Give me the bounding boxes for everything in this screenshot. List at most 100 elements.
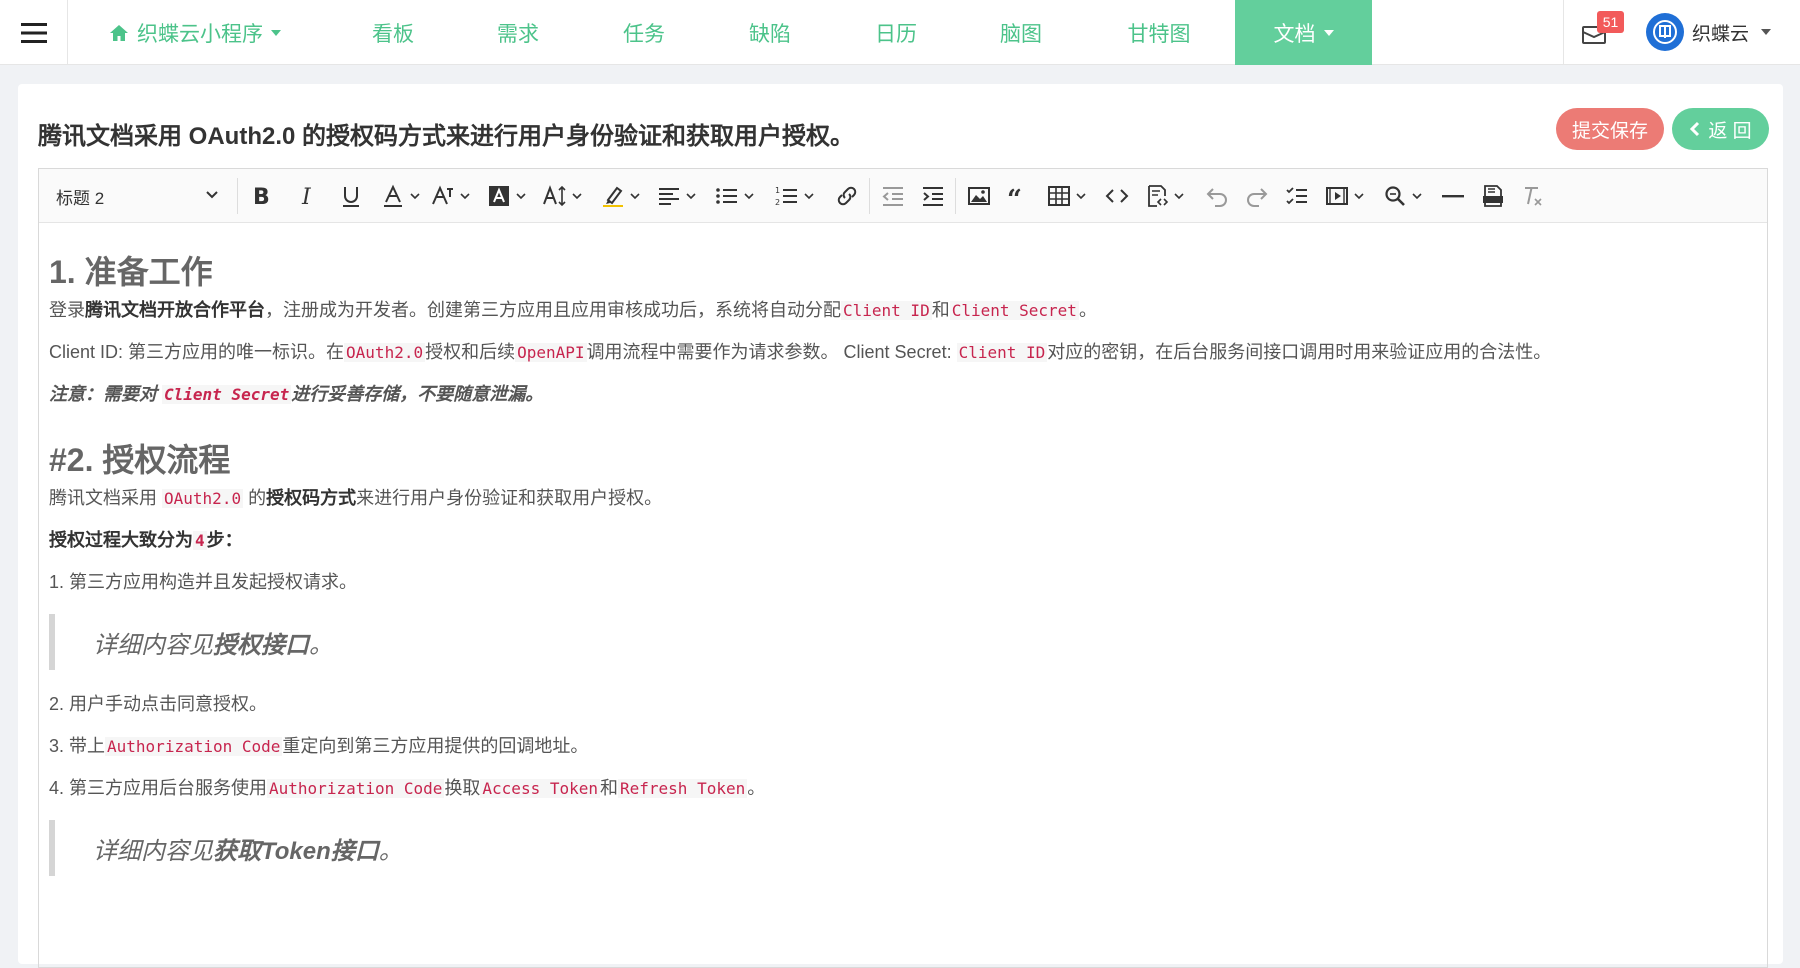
text-span: 腾讯文档采用 — [49, 488, 163, 508]
blockquote-button[interactable]: “ — [1007, 182, 1031, 210]
font-color-icon — [384, 184, 402, 207]
chevron-down-icon — [1761, 29, 1772, 35]
code-block-button[interactable] — [1145, 182, 1184, 210]
paragraph-client-id: Client ID: 第三方应用的唯一标识。在 OAuth2.0 授权和后续 Open… — [49, 339, 1551, 366]
nav-item-mindmap[interactable]: 脑图 — [968, 0, 1074, 65]
undo-button[interactable] — [1205, 182, 1229, 210]
indent-button[interactable] — [921, 182, 945, 210]
nav-item-tasks[interactable]: 任务 — [591, 0, 697, 65]
page-title: 腾讯文档采用 OAuth2.0 的授权码方式来进行用户身份验证和获取用户授权。 — [38, 123, 855, 150]
bullet-list-button[interactable] — [715, 182, 754, 210]
text-span: 的 — [243, 488, 267, 508]
chevron-down-icon — [516, 192, 526, 199]
inline-code: Authorization Code — [105, 737, 283, 756]
text-span: 和 — [931, 300, 950, 320]
heading-select[interactable]: 标题 2 — [39, 177, 232, 215]
outdent-button[interactable] — [881, 182, 905, 210]
chevron-down-icon — [572, 192, 582, 199]
chevron-left-icon — [1690, 121, 1700, 137]
text-span: ，注册成为开发者。创建第三方应用且应用审核成功后，系统将自动分配 — [265, 300, 841, 320]
code-button[interactable] — [1105, 182, 1129, 210]
auth-api-link-text: 授权接口 — [213, 631, 309, 659]
text-span: 来进行用户身份验证和获取用户授权。 — [356, 488, 663, 508]
chevron-down-icon — [1174, 192, 1184, 199]
outdent-icon — [882, 187, 903, 206]
align-button[interactable] — [657, 182, 696, 210]
nav-item-requirements[interactable]: 需求 — [465, 0, 571, 65]
nav-item-gantt[interactable]: 甘特图 — [1094, 0, 1224, 65]
inline-code: Client Secret — [162, 385, 292, 404]
save-button[interactable]: 提交保存 — [1556, 108, 1664, 150]
nav-item-docs[interactable]: 文档 — [1235, 0, 1372, 65]
chevron-down-icon — [630, 192, 640, 199]
user-menu[interactable]: 织蝶云 — [1646, 12, 1772, 52]
bold-button[interactable]: B — [249, 182, 273, 210]
rich-text-editor: 标题 2 B I 1 2 “ 1. 准备工作 登录腾讯文档开放合作平台，注册成为… — [38, 168, 1768, 968]
text-span: 调用流程中需要作为请求参数。 Client Secret: — [586, 342, 957, 362]
paragraph-note: 注意：需要对 Client Secret 进行妥善存储，不要随意泄漏。 — [49, 381, 543, 408]
html-source-button[interactable] — [1481, 182, 1505, 210]
italic-button[interactable]: I — [295, 182, 319, 210]
step-2: 2. 用户手动点击同意授权。 — [49, 694, 268, 714]
chevron-down-icon — [1323, 29, 1334, 36]
align-left-icon — [659, 188, 679, 205]
highlight-button[interactable] — [601, 182, 640, 210]
text-span: 步： — [206, 530, 243, 550]
text-span: 注意：需要对 — [49, 384, 163, 404]
text-span: 。 — [309, 631, 333, 659]
bullet-list-icon — [716, 188, 737, 204]
chevron-down-icon — [410, 192, 420, 199]
checklist-button[interactable] — [1285, 182, 1309, 210]
insert-video-button[interactable] — [1325, 182, 1364, 210]
avatar — [1646, 13, 1684, 51]
nav-item-calendar[interactable]: 日历 — [843, 0, 949, 65]
svg-text:1: 1 — [775, 186, 780, 195]
background-color-button[interactable] — [487, 182, 526, 210]
step-1: 1. 第三方应用构造并且发起授权请求。 — [49, 572, 358, 592]
svg-text:I: I — [301, 185, 312, 208]
blockquote-auth: 详细内容见 授权接口。 — [49, 614, 1049, 670]
heading-select-value: 标题 2 — [56, 188, 105, 208]
chevron-down-icon — [744, 192, 754, 199]
font-color-button[interactable] — [381, 182, 420, 210]
toolbar-divider — [869, 178, 870, 214]
step-3: 3. 带上 Authorization Code 重定向到第三方应用提供的回调地址。 — [49, 733, 588, 760]
image-icon — [968, 187, 990, 205]
svg-text:“: “ — [1007, 185, 1022, 208]
nav-item-defects[interactable]: 缺陷 — [717, 0, 823, 65]
project-switcher[interactable]: 织蝶云小程序 — [100, 0, 290, 65]
text-span: 。 — [1078, 300, 1097, 320]
clear-format-button[interactable] — [1521, 182, 1545, 210]
text-span: 登录 — [49, 300, 85, 320]
menu-toggle-button[interactable] — [0, 0, 68, 65]
toolbar-divider — [955, 178, 956, 214]
insert-image-button[interactable] — [967, 182, 991, 210]
find-replace-button[interactable] — [1383, 182, 1422, 210]
underline-icon — [343, 187, 359, 207]
text-span: 详细内容见 — [93, 631, 213, 659]
back-button[interactable]: 返 回 — [1672, 108, 1769, 150]
paragraph-oauth: 腾讯文档采用 OAuth2.0 的授权码方式来进行用户身份验证和获取用户授权。 — [49, 485, 662, 512]
font-size-button[interactable] — [431, 182, 470, 210]
text-span: 授权过程大致分为 — [49, 530, 193, 550]
text-span: 换取 — [444, 778, 481, 798]
chevron-down-icon — [1412, 192, 1422, 199]
underline-button[interactable] — [339, 182, 363, 210]
table-button[interactable] — [1047, 182, 1086, 210]
text-span: 。 — [378, 837, 403, 865]
text-span: 授权和后续 — [425, 342, 516, 362]
chevron-down-icon — [1354, 192, 1364, 199]
inline-code: OAuth2.0 — [344, 343, 426, 362]
inline-code: Client ID — [841, 301, 932, 320]
chevron-down-icon — [1076, 192, 1086, 199]
highlighter-icon — [603, 186, 623, 207]
line-height-button[interactable] — [543, 182, 582, 210]
background-color-icon — [489, 186, 509, 206]
nav-item-kanban[interactable]: 看板 — [340, 0, 446, 65]
italic-icon: I — [301, 185, 312, 208]
redo-button[interactable] — [1245, 182, 1269, 210]
svg-text:2: 2 — [775, 198, 780, 207]
link-button[interactable] — [835, 182, 859, 210]
numbered-list-button[interactable]: 12 — [775, 182, 814, 210]
horizontal-rule-button[interactable] — [1441, 182, 1465, 210]
